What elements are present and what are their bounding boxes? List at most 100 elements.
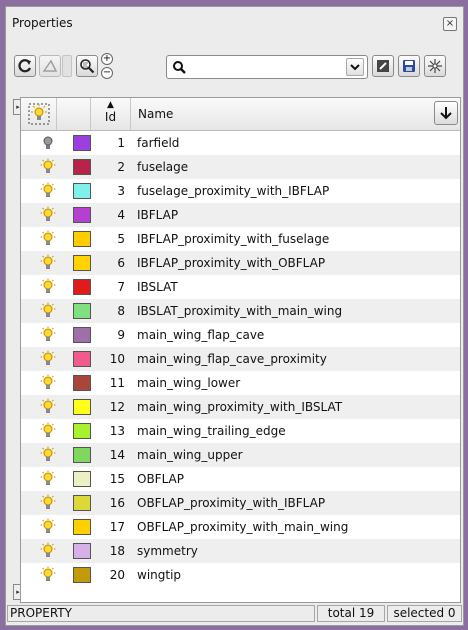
id-column-header[interactable]: ▲ Id (91, 98, 131, 130)
search-box (166, 55, 368, 79)
lightbulb-on-icon[interactable] (39, 566, 57, 584)
lightbulb-on-icon[interactable] (39, 446, 57, 464)
row-id: 17 (109, 520, 125, 534)
color-swatch[interactable] (73, 159, 91, 175)
table-row[interactable]: 14 main_wing_upper (21, 443, 460, 467)
edit-icon (377, 60, 389, 72)
table-row[interactable]: 7 IBSLAT (21, 275, 460, 299)
lightbulb-on-icon[interactable] (39, 398, 57, 416)
color-swatch[interactable] (73, 207, 91, 223)
color-swatch[interactable] (73, 495, 91, 511)
table-row[interactable]: 10 main_wing_flap_cave_proximity (21, 347, 460, 371)
table-row[interactable]: 2 fuselage (21, 155, 460, 179)
pick-dropdown-arrow[interactable] (62, 55, 72, 77)
lightbulb-on-icon[interactable] (39, 206, 57, 224)
table-row[interactable]: 4 IBFLAP (21, 203, 460, 227)
lightbulb-on-icon[interactable] (39, 494, 57, 512)
triangle-tool-icon (42, 59, 58, 72)
close-icon[interactable]: × (443, 17, 457, 31)
visibility-column-header[interactable] (21, 98, 57, 130)
table-row[interactable]: 9 main_wing_flap_cave (21, 323, 460, 347)
pick-button[interactable] (39, 55, 61, 77)
status-total: total 19 (317, 605, 385, 622)
color-swatch[interactable] (73, 567, 91, 583)
row-id: 8 (117, 304, 125, 318)
sort-order-button[interactable] (434, 101, 458, 125)
color-swatch[interactable] (73, 303, 91, 319)
row-id: 10 (109, 352, 125, 366)
search-input[interactable] (191, 58, 335, 78)
table-row[interactable]: 6 IBFLAP_proximity_with_OBFLAP (21, 251, 460, 275)
row-id: 6 (117, 256, 125, 270)
lightbulb-on-icon[interactable] (39, 182, 57, 200)
table-row[interactable]: 18 symmetry (21, 539, 460, 563)
color-swatch[interactable] (73, 351, 91, 367)
lightbulb-on-icon[interactable] (39, 302, 57, 320)
lightbulb-on-icon[interactable] (39, 422, 57, 440)
color-swatch[interactable] (73, 375, 91, 391)
row-name: wingtip (137, 568, 182, 582)
color-swatch[interactable] (73, 255, 91, 271)
color-swatch[interactable] (73, 447, 91, 463)
table-row[interactable]: 12 main_wing_proximity_with_IBSLAT (21, 395, 460, 419)
lightbulb-on-icon[interactable] (39, 350, 57, 368)
table-row[interactable]: 13 main_wing_trailing_edge (21, 419, 460, 443)
color-swatch[interactable] (73, 279, 91, 295)
table-row[interactable]: 8 IBSLAT_proximity_with_main_wing (21, 299, 460, 323)
lightbulb-on-icon[interactable] (39, 254, 57, 272)
lightbulb-on-icon[interactable] (39, 326, 57, 344)
color-swatch[interactable] (73, 471, 91, 487)
lightbulb-on-icon[interactable] (39, 230, 57, 248)
lightbulb-on-icon[interactable] (39, 518, 57, 536)
table-row[interactable]: 15 OBFLAP (21, 467, 460, 491)
lightbulb-icon (28, 103, 49, 125)
status-mode: PROPERTY (7, 605, 315, 622)
name-column-label: Name (138, 107, 174, 121)
zoom-in-icon[interactable]: + (101, 53, 113, 65)
table-row[interactable]: 5 IBFLAP_proximity_with_fuselage (21, 227, 460, 251)
color-swatch[interactable] (73, 327, 91, 343)
lightbulb-on-icon[interactable] (39, 158, 57, 176)
table-row[interactable]: 11 main_wing_lower (21, 371, 460, 395)
row-id: 5 (117, 232, 125, 246)
zoom-button[interactable] (76, 55, 98, 77)
select-button[interactable] (424, 55, 446, 77)
row-name: farfield (137, 136, 180, 150)
table-row[interactable]: 3 fuselage_proximity_with_IBFLAP (21, 179, 460, 203)
lightbulb-on-icon[interactable] (39, 374, 57, 392)
search-dropdown-button[interactable] (346, 58, 364, 76)
lightbulb-off-icon[interactable] (39, 134, 57, 152)
name-column-header[interactable]: Name (131, 98, 431, 130)
row-name: fuselage (137, 160, 189, 174)
table-row[interactable]: 17 OBFLAP_proximity_with_main_wing (21, 515, 460, 539)
lightbulb-on-icon[interactable] (39, 470, 57, 488)
status-bar: PROPERTY total 19 selected 0 (7, 605, 462, 624)
panel-title: Properties (12, 16, 73, 30)
color-swatch[interactable] (73, 183, 91, 199)
save-button[interactable] (398, 55, 420, 77)
row-id: 2 (117, 160, 125, 174)
zoom-out-icon[interactable]: − (101, 67, 113, 79)
color-swatch[interactable] (73, 135, 91, 151)
table-row[interactable]: 16 OBFLAP_proximity_with_IBFLAP (21, 491, 460, 515)
refresh-button[interactable] (14, 55, 36, 77)
row-name: IBFLAP_proximity_with_OBFLAP (137, 256, 326, 270)
edit-button[interactable] (372, 55, 394, 77)
lightbulb-on-icon[interactable] (39, 278, 57, 296)
table-row[interactable]: 20 wingtip (21, 563, 460, 587)
search-icon (173, 61, 186, 74)
color-swatch[interactable] (73, 399, 91, 415)
sparkle-cursor-icon (428, 59, 442, 73)
row-name: IBSLAT_proximity_with_main_wing (137, 304, 343, 318)
color-swatch[interactable] (73, 231, 91, 247)
properties-panel: Properties × + − ▸ ▸ ▲ Id Name 1 farfiel… (5, 6, 464, 626)
color-column-header[interactable] (57, 98, 91, 130)
table-row[interactable]: 1 farfield (21, 131, 460, 155)
color-swatch[interactable] (73, 423, 91, 439)
zoom-icon (80, 59, 95, 74)
color-swatch[interactable] (73, 519, 91, 535)
row-name: IBFLAP_proximity_with_fuselage (137, 232, 330, 246)
row-id: 4 (117, 208, 125, 222)
color-swatch[interactable] (73, 543, 91, 559)
lightbulb-on-icon[interactable] (39, 542, 57, 560)
